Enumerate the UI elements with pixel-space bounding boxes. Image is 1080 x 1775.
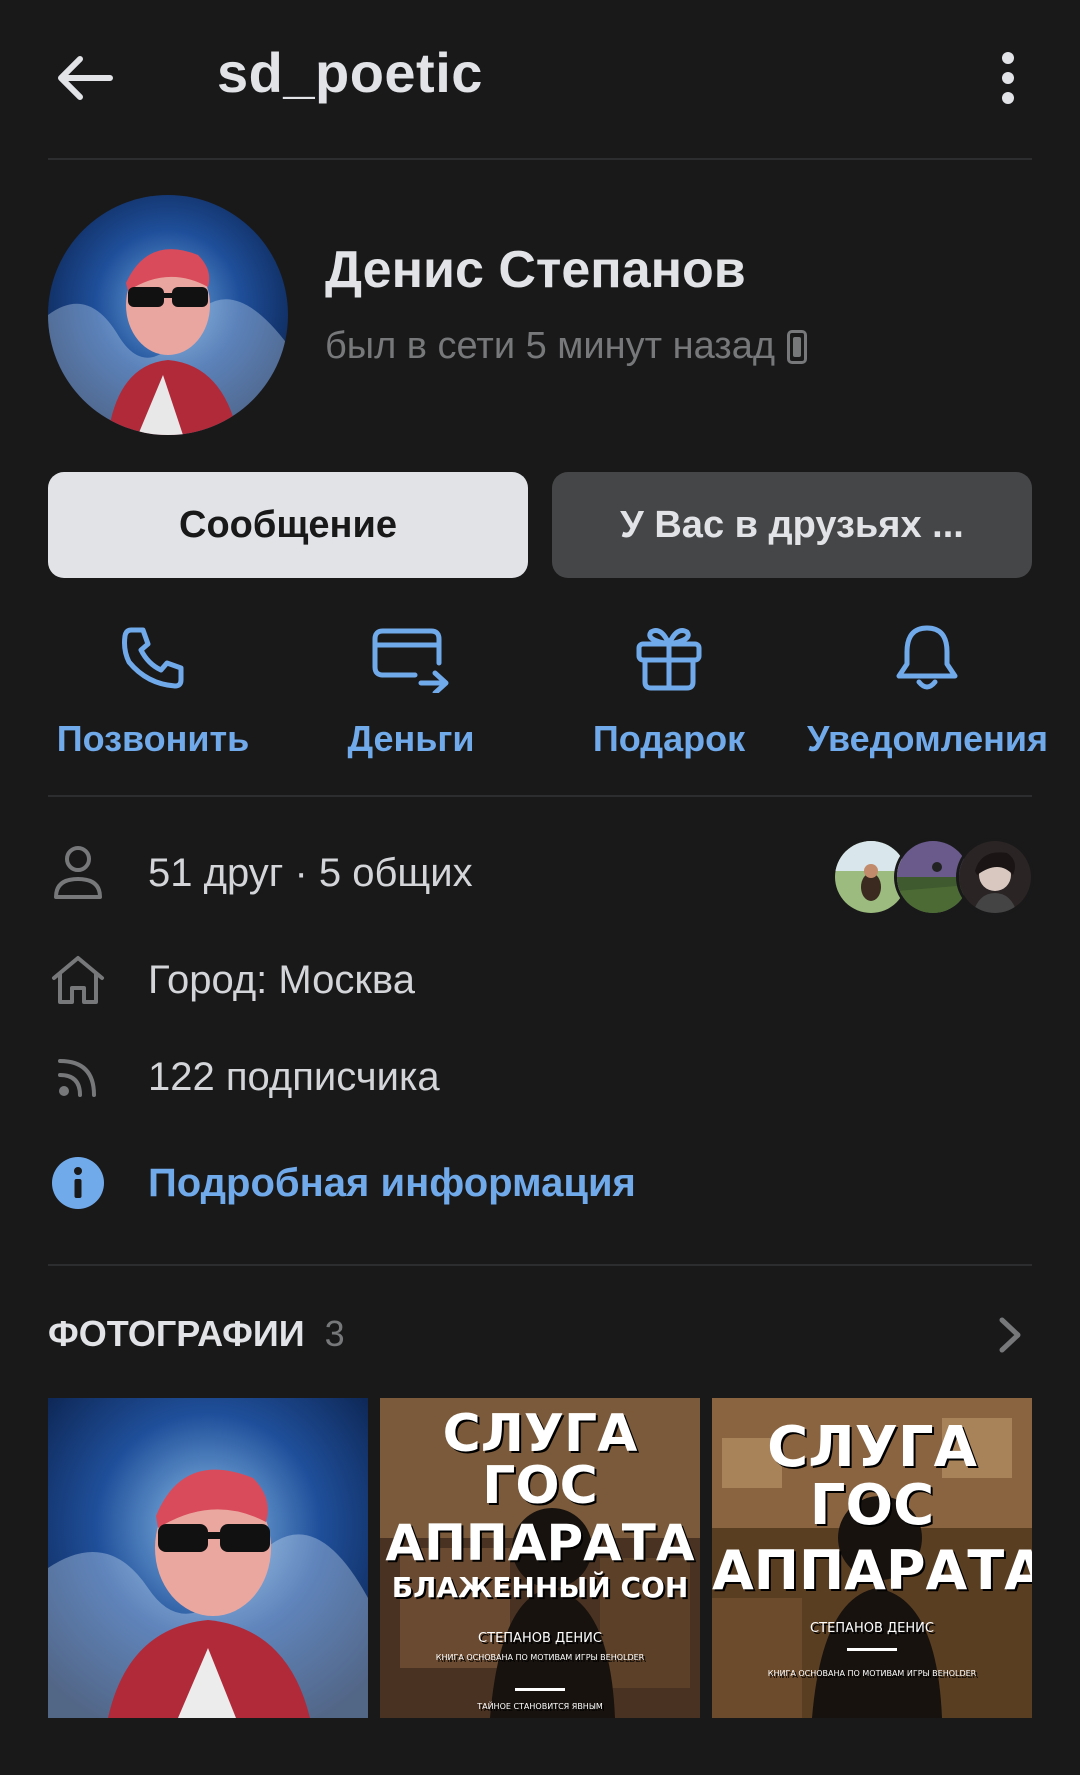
cover-title-line: АППАРАТА	[385, 1514, 695, 1572]
photo-thumbnail[interactable]	[48, 1398, 368, 1718]
message-button[interactable]: Сообщение	[48, 472, 528, 578]
money-label: Деньги	[347, 718, 475, 759]
cover-title-line: СЛУГА	[442, 1404, 638, 1464]
notifications-action[interactable]: Уведомления	[807, 618, 1048, 760]
phone-icon	[122, 627, 184, 689]
cover-author: СТЕПАНОВ ДЕНИС	[810, 1621, 934, 1636]
gift-action[interactable]: Подарок	[549, 618, 789, 760]
cover-title-line: ГОС	[809, 1473, 935, 1538]
cover-rule	[515, 1688, 565, 1691]
friend-avatar	[956, 838, 1034, 916]
details-link: Подробная информация	[148, 1160, 636, 1205]
avatar[interactable]	[48, 195, 288, 435]
back-button[interactable]	[48, 42, 120, 114]
top-bar: sd_poetic	[0, 0, 1080, 158]
money-action[interactable]: Деньги	[291, 618, 531, 760]
photos-open-button[interactable]	[990, 1310, 1030, 1360]
user-icon	[54, 846, 102, 899]
cover-subtitle: БЛАЖЕННЫЙ СОН	[391, 1571, 689, 1604]
gift-label: Подарок	[592, 718, 746, 759]
photos-count: 3	[324, 1313, 345, 1354]
cover-title-line: ГОС	[482, 1456, 598, 1516]
divider	[48, 795, 1032, 797]
photos-header[interactable]: ФОТОГРАФИИ 3	[48, 1313, 345, 1355]
photo-thumbnail[interactable]: СЛУГА ГОС АППАРАТА БЛАЖЕННЫЙ СОН СТЕПАНО…	[380, 1398, 700, 1718]
info-icon	[52, 1157, 104, 1209]
friend-status-button[interactable]: У Вас в друзьях ...	[552, 472, 1032, 578]
status-text: был в сети 5 минут назад	[325, 325, 776, 367]
mutual-friends-avatars[interactable]	[832, 838, 1034, 916]
gift-icon	[636, 628, 702, 691]
cover-author: СТЕПАНОВ ДЕНИС	[478, 1631, 602, 1646]
mobile-device-icon	[787, 329, 808, 364]
cover-tagline: ТАЙНОЕ СТАНОВИТСЯ ЯВНЫМ	[477, 1702, 603, 1711]
details-row[interactable]: Подробная информация	[48, 1148, 1032, 1218]
photo-image	[48, 1398, 368, 1718]
page-title: sd_poetic	[217, 41, 483, 104]
followers-row[interactable]: 122 подписчика	[48, 1042, 1032, 1112]
cover-title-line: АППАРАТА	[712, 1539, 1032, 1602]
cover-rule	[847, 1648, 897, 1651]
call-label: Позвонить	[56, 718, 250, 759]
more-vertical-icon	[1002, 52, 1014, 104]
city-text: Город: Москва	[148, 957, 415, 1002]
cover-title-line: СЛУГА	[767, 1415, 977, 1480]
avatar-image	[48, 195, 288, 435]
bell-icon	[896, 625, 958, 690]
friends-count: 51 друг · 5 общих	[148, 850, 473, 895]
cover-note: КНИГА ОСНОВАНА ПО МОТИВАМ ИГРЫ BEHOLDER	[767, 1669, 977, 1678]
arrow-left-icon	[58, 56, 113, 100]
more-menu-button[interactable]	[980, 42, 1036, 114]
money-transfer-icon	[372, 628, 449, 693]
city-row: Город: Москва	[48, 945, 1032, 1015]
chevron-right-icon	[999, 1317, 1021, 1353]
home-icon	[52, 956, 104, 1004]
online-status: был в сети 5 минут назад	[325, 325, 808, 368]
followers-count: 122 подписчика	[148, 1054, 440, 1099]
call-action[interactable]: Позвонить	[33, 618, 273, 760]
notifications-label: Уведомления	[807, 718, 1048, 759]
divider	[48, 158, 1032, 160]
divider	[48, 1264, 1032, 1266]
profile-name: Денис Степанов	[325, 241, 746, 299]
photos-title: ФОТОГРАФИИ	[48, 1313, 305, 1354]
cover-note: КНИГА ОСНОВАНА ПО МОТИВАМ ИГРЫ BEHOLDER	[435, 1653, 645, 1662]
photo-thumbnail[interactable]: СЛУГА ГОС АППАРАТА СТЕПАНОВ ДЕНИС КНИГА …	[712, 1398, 1032, 1718]
rss-icon	[58, 1059, 96, 1097]
